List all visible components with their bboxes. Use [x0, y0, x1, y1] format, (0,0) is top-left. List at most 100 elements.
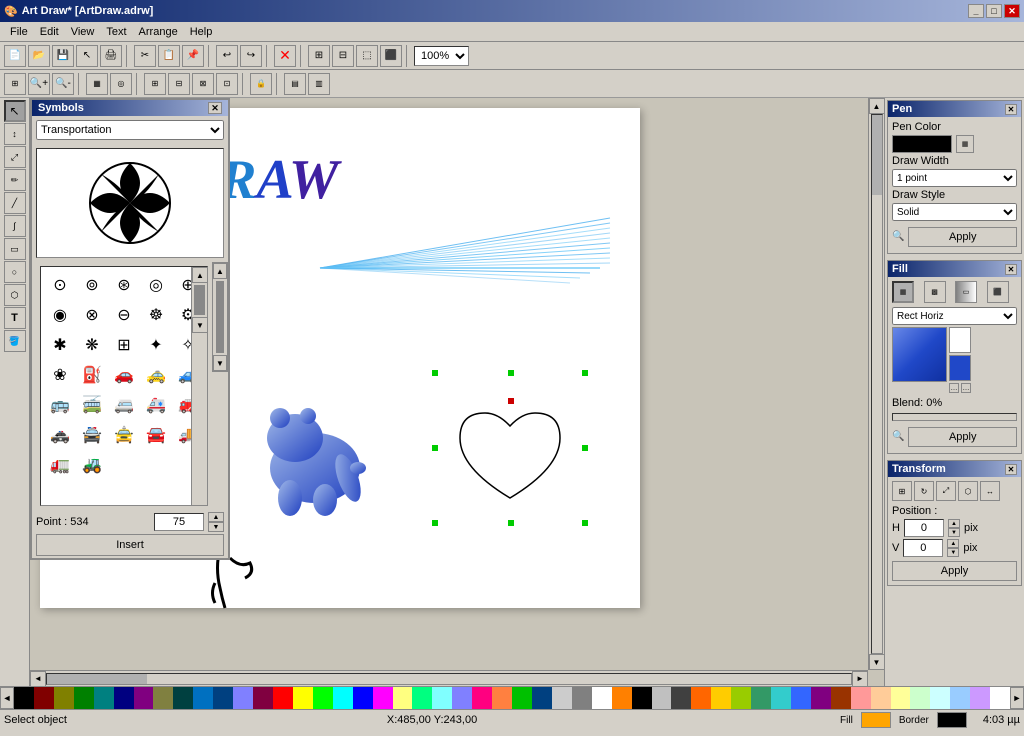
palette-color-1[interactable] [34, 687, 54, 709]
palette-color-24[interactable] [492, 687, 512, 709]
tb2-lock[interactable]: 🔒 [250, 73, 272, 95]
symbol-item[interactable]: 🚗 [109, 361, 139, 389]
delete-button[interactable]: ✕ [274, 45, 296, 67]
rect-tool[interactable]: ▭ [4, 238, 26, 260]
symbol-item[interactable]: 🚕 [141, 361, 171, 389]
transform-rotate-btn[interactable]: ↻ [914, 481, 934, 501]
draw-style-dropdown[interactable]: Solid Dashed Dotted [892, 203, 1017, 221]
tb2-a[interactable]: ▤ [284, 73, 306, 95]
symbol-item[interactable]: 🚜 [77, 451, 107, 479]
fill-color-opt2[interactable]: … [961, 383, 971, 393]
select-button[interactable]: ↖ [76, 45, 98, 67]
palette-color-2[interactable] [54, 687, 74, 709]
palette-color-18[interactable] [373, 687, 393, 709]
symbol-item[interactable]: ⊚ [77, 271, 107, 299]
palette-color-31[interactable] [632, 687, 652, 709]
scroll-left-arrow[interactable]: ◄ [30, 671, 46, 687]
poly-tool[interactable]: ⬡ [4, 284, 26, 306]
palette-color-15[interactable] [313, 687, 333, 709]
transform-scale-btn[interactable]: ⤢ [936, 481, 956, 501]
menu-edit[interactable]: Edit [34, 24, 65, 40]
symbol-item[interactable]: 🚛 [45, 451, 75, 479]
palette-color-25[interactable] [512, 687, 532, 709]
print-button[interactable]: 🖨 [100, 45, 122, 67]
symbol-item[interactable]: ✦ [141, 331, 171, 359]
point-down-arrow[interactable]: ▼ [208, 522, 224, 532]
fill-apply-button[interactable]: Apply [908, 427, 1017, 447]
preview-scroll-up[interactable]: ▲ [213, 263, 227, 279]
tb2-sel1[interactable]: ▦ [86, 73, 108, 95]
symbol-item[interactable]: ✱ [45, 331, 75, 359]
redo-button[interactable]: ↪ [240, 45, 262, 67]
symbols-close-button[interactable]: ✕ [208, 102, 222, 114]
tb2-4[interactable]: ⊟ [168, 73, 190, 95]
palette-color-41[interactable] [831, 687, 851, 709]
scroll-down-canvas[interactable]: ▼ [869, 654, 885, 670]
menu-help[interactable]: Help [184, 24, 219, 40]
fill-eyedropper-icon[interactable]: 🔍 [892, 431, 904, 442]
menu-arrange[interactable]: Arrange [133, 24, 184, 40]
menu-file[interactable]: File [4, 24, 34, 40]
palette-color-35[interactable] [711, 687, 731, 709]
symbol-item[interactable]: ⛽ [77, 361, 107, 389]
palette-color-14[interactable] [293, 687, 313, 709]
blend-slider[interactable] [892, 413, 1017, 421]
v-position-input[interactable] [903, 539, 943, 557]
palette-color-28[interactable] [572, 687, 592, 709]
tb5[interactable]: ⊞ [308, 45, 330, 67]
scroll-up-arrow[interactable]: ▲ [192, 267, 208, 283]
pen-apply-button[interactable]: Apply [908, 227, 1017, 247]
symbol-item[interactable]: ❀ [45, 361, 75, 389]
symbol-item[interactable]: 🚘 [141, 421, 171, 449]
point-up-arrow[interactable]: ▲ [208, 512, 224, 522]
palette-color-30[interactable] [612, 687, 632, 709]
symbol-item[interactable]: ⊞ [109, 331, 139, 359]
status-border-swatch[interactable] [937, 712, 967, 728]
symbol-item[interactable]: ☸ [141, 301, 171, 329]
symbol-item[interactable]: ⊗ [77, 301, 107, 329]
save-button[interactable]: 💾 [52, 45, 74, 67]
transform-move-btn[interactable]: ⊞ [892, 481, 912, 501]
palette-color-39[interactable] [791, 687, 811, 709]
open-button[interactable]: 📂 [28, 45, 50, 67]
paste-button[interactable]: 📌 [182, 45, 204, 67]
zoom-out-button[interactable]: 🔍- [52, 73, 74, 95]
bucket-tool[interactable]: 🪣 [4, 330, 26, 352]
symbols-grid-scrollbar[interactable]: ▲ ▼ [191, 267, 207, 505]
symbol-item[interactable]: ⊖ [109, 301, 139, 329]
palette-color-29[interactable] [592, 687, 612, 709]
point-value-input[interactable] [154, 513, 204, 531]
new-button[interactable]: 📄 [4, 45, 26, 67]
palette-color-49[interactable] [990, 687, 1010, 709]
symbol-item[interactable]: ⊛ [109, 271, 139, 299]
tb2-5[interactable]: ⊠ [192, 73, 214, 95]
tool-3[interactable]: ⤢ [4, 146, 26, 168]
palette-color-26[interactable] [532, 687, 552, 709]
h-down-arrow[interactable]: ▼ [948, 528, 960, 537]
pen-close-button[interactable]: ✕ [1005, 104, 1017, 115]
fill-gradient-btn[interactable]: ▭ [955, 281, 977, 303]
palette-color-0[interactable] [14, 687, 34, 709]
fill-color-opt1[interactable]: … [949, 383, 959, 393]
tb8[interactable]: ⬛ [380, 45, 402, 67]
palette-color-27[interactable] [552, 687, 572, 709]
h-up-arrow[interactable]: ▲ [948, 519, 960, 528]
insert-button[interactable]: Insert [36, 534, 224, 556]
minimize-button[interactable]: _ [968, 4, 984, 18]
palette-color-8[interactable] [173, 687, 193, 709]
symbol-item[interactable]: ◎ [141, 271, 171, 299]
palette-color-47[interactable] [950, 687, 970, 709]
palette-color-17[interactable] [353, 687, 373, 709]
palette-color-36[interactable] [731, 687, 751, 709]
symbol-item[interactable]: 🚓 [45, 421, 75, 449]
palette-color-44[interactable] [891, 687, 911, 709]
canvas-scrollbar-horizontal[interactable]: ◄ ► [30, 670, 868, 686]
tb2-1[interactable]: ⊞ [4, 73, 26, 95]
cut-button[interactable]: ✂ [134, 45, 156, 67]
tb2-sel2[interactable]: ◎ [110, 73, 132, 95]
line-tool[interactable]: ╱ [4, 192, 26, 214]
tb6[interactable]: ⊟ [332, 45, 354, 67]
pen-color-swatch[interactable] [892, 135, 952, 153]
fill-color3-box[interactable] [949, 355, 971, 381]
zoom-in-button[interactable]: 🔍+ [28, 73, 50, 95]
